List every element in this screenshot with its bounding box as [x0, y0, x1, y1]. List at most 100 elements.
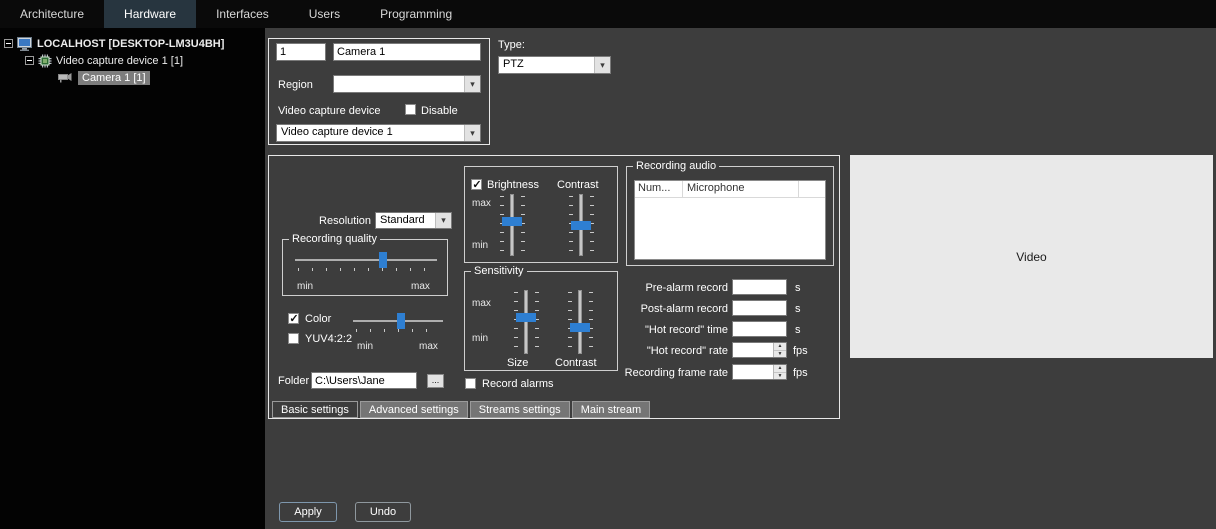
recording-frame-rate-label: Recording frame rate — [624, 367, 728, 379]
tab-basic-settings[interactable]: Basic settings — [272, 401, 358, 418]
video-capture-device-dropdown[interactable]: Video capture device 1 — [276, 124, 481, 142]
recording-quality-slider[interactable] — [295, 252, 437, 272]
tab-users[interactable]: Users — [289, 0, 360, 28]
tab-main-stream[interactable]: Main stream — [571, 401, 651, 418]
chevron-down-icon[interactable] — [594, 57, 610, 73]
topbar: Architecture Hardware Interfaces Users P… — [0, 0, 1216, 28]
audio-column-num[interactable]: Num... — [635, 181, 683, 197]
spin-down-icon[interactable] — [774, 372, 786, 379]
hot-record-time-label: "Hot record" time — [645, 324, 728, 336]
hot-record-rate-input[interactable] — [733, 343, 773, 357]
settings-groupbox: Resolution Standard Recording quality mi… — [268, 155, 840, 419]
recording-quality-groupbox: Recording quality min max — [282, 233, 448, 296]
tree-item-label: LOCALHOST [DESKTOP-LM3U4BH] — [37, 37, 225, 50]
post-alarm-record-label: Post-alarm record — [640, 303, 728, 315]
slider-handle[interactable] — [571, 221, 591, 230]
color-checkbox[interactable] — [288, 312, 300, 325]
sensitivity-size-slider[interactable] — [513, 290, 540, 354]
yuv-checkbox-label: YUV4:2:2 — [305, 333, 353, 345]
pre-alarm-record-input[interactable] — [732, 279, 787, 295]
brightness-slider[interactable] — [499, 194, 526, 256]
min-label: min — [297, 281, 314, 292]
folder-input[interactable] — [311, 372, 417, 389]
slider-ticks — [356, 329, 440, 332]
sensitivity-title: Sensitivity — [471, 265, 527, 278]
spinner-buttons — [773, 365, 786, 379]
slider-handle[interactable] — [502, 216, 522, 226]
video-capture-device-label: Video capture device — [278, 105, 381, 117]
hot-record-time-input[interactable] — [732, 321, 787, 337]
slider-handle[interactable] — [379, 252, 388, 268]
collapse-icon[interactable] — [4, 39, 13, 48]
resolution-dropdown[interactable]: Standard — [375, 212, 452, 229]
post-alarm-record-unit: s — [795, 303, 801, 315]
tree-item-camera[interactable]: Camera 1 [1] — [58, 69, 150, 86]
slider-handle[interactable] — [570, 323, 590, 333]
tab-interfaces[interactable]: Interfaces — [196, 0, 289, 28]
slider-track — [578, 290, 582, 354]
hot-record-rate-label: "Hot record" rate — [646, 345, 728, 357]
tab-programming[interactable]: Programming — [360, 0, 472, 28]
tab-hardware[interactable]: Hardware — [104, 0, 197, 28]
tree-item-video-capture-device[interactable]: Video capture device 1 [1] — [25, 52, 183, 69]
spin-up-icon[interactable] — [774, 343, 786, 351]
max-label: max — [411, 281, 430, 292]
type-dropdown[interactable]: PTZ — [498, 56, 611, 74]
spin-down-icon[interactable] — [774, 350, 786, 357]
slider-handle[interactable] — [516, 312, 536, 322]
resolution-label: Resolution — [319, 215, 371, 227]
disable-checkbox-label: Disable — [421, 105, 458, 117]
color-checkbox-label: Color — [305, 313, 332, 325]
record-alarms-checkbox[interactable] — [465, 378, 476, 389]
recording-audio-table[interactable]: Num... Microphone — [634, 180, 826, 260]
camera-name-input[interactable] — [333, 43, 481, 61]
spinner-buttons — [773, 343, 786, 357]
browse-button[interactable]: ... — [427, 374, 444, 388]
spin-up-icon[interactable] — [774, 365, 786, 373]
chevron-down-icon[interactable] — [464, 76, 480, 92]
recording-frame-rate-input[interactable] — [733, 365, 773, 379]
hot-record-rate-spinner[interactable] — [732, 342, 787, 358]
recording-audio-title: Recording audio — [633, 160, 720, 173]
post-alarm-record-input[interactable] — [732, 300, 787, 316]
camera-icon — [58, 72, 74, 83]
type-label: Type: — [498, 39, 525, 51]
audio-column-microphone[interactable]: Microphone — [683, 181, 799, 197]
chevron-down-icon[interactable] — [464, 125, 480, 141]
tab-streams-settings[interactable]: Streams settings — [469, 401, 570, 418]
brightness-checkbox[interactable] — [471, 178, 483, 191]
dropdown-value: Video capture device 1 — [281, 126, 393, 138]
color-slider[interactable] — [353, 313, 443, 333]
tree-item-label: Camera 1 [1] — [78, 70, 150, 85]
tab-advanced-settings[interactable]: Advanced settings — [359, 401, 468, 418]
tab-architecture[interactable]: Architecture — [0, 0, 104, 28]
slider-handle[interactable] — [396, 313, 405, 329]
undo-button[interactable]: Undo — [355, 502, 411, 522]
max-label: max — [419, 341, 438, 352]
disable-checkbox[interactable] — [405, 104, 416, 115]
collapse-icon[interactable] — [25, 56, 34, 65]
pre-alarm-record-unit: s — [795, 282, 801, 294]
size-label: Size — [507, 357, 529, 369]
region-label: Region — [278, 79, 313, 91]
camera-id-input[interactable] — [276, 43, 326, 61]
tree-item-localhost[interactable]: LOCALHOST [DESKTOP-LM3U4BH] — [4, 35, 224, 52]
yuv-checkbox[interactable] — [288, 333, 299, 344]
recording-frame-rate-spinner[interactable] — [732, 364, 787, 380]
contrast-label: Contrast — [557, 179, 599, 191]
slider-ticks — [298, 268, 434, 271]
region-dropdown[interactable] — [333, 75, 481, 93]
capture-board-icon — [38, 54, 52, 68]
slider-ticks — [535, 292, 539, 352]
dropdown-value: PTZ — [503, 58, 524, 70]
dropdown-value — [334, 76, 464, 92]
slider-ticks — [589, 292, 593, 352]
video-preview-panel: Video — [850, 155, 1213, 358]
chevron-down-icon[interactable] — [435, 213, 451, 228]
apply-button[interactable]: Apply — [279, 502, 337, 522]
hot-record-rate-unit: fps — [793, 345, 808, 357]
max-label: max — [472, 298, 491, 309]
main-panel: Region Video capture device Disable Vide… — [265, 28, 1216, 529]
slider-ticks — [514, 292, 518, 352]
contrast-slider[interactable] — [568, 194, 595, 256]
